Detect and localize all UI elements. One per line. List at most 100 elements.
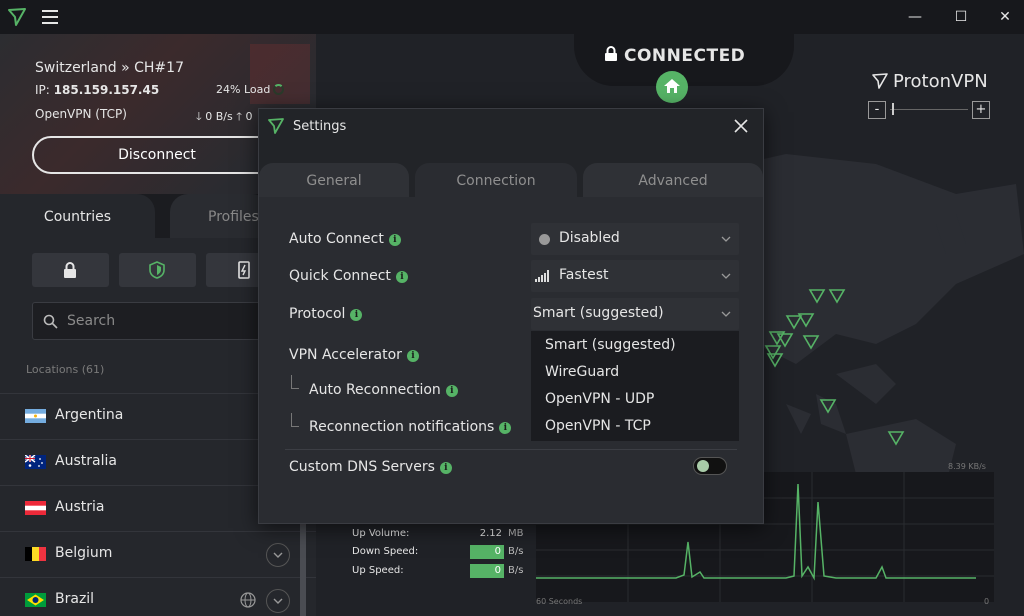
stat-unit: B/s <box>508 546 524 557</box>
quick-connect-dropdown[interactable]: Fastest <box>531 260 739 292</box>
globe-icon <box>240 592 256 608</box>
connection-status: CONNECTED <box>604 46 745 66</box>
hamburger-menu-icon[interactable] <box>42 10 58 24</box>
settings-header: Settings <box>259 109 763 145</box>
secure-core-filter-button[interactable] <box>32 253 109 287</box>
stat-value: 0 <box>470 545 504 559</box>
expand-chevron-button[interactable] <box>266 543 290 567</box>
graph-time-label: 60 Seconds <box>536 597 583 606</box>
stat-value: 0 <box>470 564 504 578</box>
info-icon[interactable]: i <box>439 462 452 474</box>
graph-max-rate: 8.39 KB/s <box>948 462 986 471</box>
auto-connect-dropdown[interactable]: Disabled <box>531 223 739 255</box>
auto-reconnection-label: Auto Reconnection i <box>309 382 458 398</box>
info-icon[interactable]: i <box>395 271 408 283</box>
load-ring-icon <box>273 84 285 95</box>
kill-switch-icon <box>238 261 250 279</box>
zoom-in-button[interactable]: + <box>972 101 990 119</box>
download-speed: 0 B/s <box>205 110 233 123</box>
protocol-value: Smart (suggested) <box>533 305 664 321</box>
ip-row: IP: 185.159.157.45 <box>35 83 159 97</box>
chevron-down-icon <box>721 273 731 279</box>
protocol-dropdown[interactable]: Smart (suggested) <box>531 298 739 330</box>
signal-bars-icon <box>535 270 549 282</box>
info-icon[interactable]: i <box>445 385 458 397</box>
protocol-text: Protocol <box>289 306 346 322</box>
settings-tabs: General Connection Advanced <box>259 145 763 197</box>
expand-chevron-button[interactable] <box>266 589 290 613</box>
disconnect-button[interactable]: Disconnect <box>32 136 282 174</box>
protocol-option-openvpn-udp[interactable]: OpenVPN - UDP <box>545 391 654 407</box>
stat-value: 2.12 <box>479 528 502 539</box>
stat-label: Up Volume: <box>352 528 410 539</box>
tab-connection[interactable]: Connection <box>415 163 577 197</box>
chevron-down-icon <box>273 598 283 604</box>
country-item-belgium[interactable]: Belgium <box>0 531 316 577</box>
tab-profiles[interactable]: Profiles <box>170 194 270 238</box>
lock-icon <box>605 46 617 61</box>
quick-connect-label: Quick Connect i <box>289 268 408 284</box>
search-box <box>32 302 272 340</box>
graph-zero-label: 0 <box>984 597 990 606</box>
country-name: Belgium <box>55 545 113 561</box>
reconnection-notifications-text: Reconnection notifications <box>309 419 495 435</box>
locations-header: Locations (61) <box>26 363 105 376</box>
proton-logo-icon <box>268 118 284 134</box>
toggle-knob <box>697 460 709 472</box>
close-window-button[interactable]: ✕ <box>996 8 1014 26</box>
search-icon <box>43 314 58 329</box>
protocol-label: Protocol i <box>289 306 363 322</box>
chevron-down-icon <box>273 552 283 558</box>
auto-connect-label: Auto Connect i <box>289 231 401 247</box>
country-name: Austria <box>55 499 105 515</box>
zoom-slider-track[interactable] <box>890 109 968 110</box>
minimize-button[interactable]: — <box>906 8 924 26</box>
argentina-flag-icon <box>25 409 46 423</box>
zoom-out-button[interactable]: - <box>868 101 886 119</box>
ip-address: 185.159.157.45 <box>53 83 160 97</box>
netshield-filter-button[interactable] <box>119 253 196 287</box>
stat-label: Down Speed: <box>352 546 419 557</box>
info-icon[interactable]: i <box>350 309 363 321</box>
tab-general[interactable]: General <box>259 163 409 197</box>
load-text: 24% Load <box>216 83 271 96</box>
country-name: Australia <box>55 453 117 469</box>
vpn-accelerator-label: VPN Accelerator i <box>289 347 419 363</box>
server-load: 24% Load <box>216 83 285 96</box>
title-bar: — ☐ ✕ <box>0 0 1024 34</box>
home-icon <box>664 79 680 93</box>
maximize-button[interactable]: ☐ <box>952 8 970 26</box>
protocol-options-list: Smart (suggested) WireGuard OpenVPN - UD… <box>531 331 739 441</box>
close-icon[interactable] <box>733 118 749 134</box>
info-icon[interactable]: i <box>499 422 512 434</box>
tab-advanced[interactable]: Advanced <box>583 163 763 197</box>
auto-connect-value: Disabled <box>559 230 620 246</box>
country-item-brazil[interactable]: Brazil <box>0 577 316 616</box>
chevron-down-icon <box>721 236 731 242</box>
disabled-dot-icon <box>539 234 550 245</box>
upload-speed: 0 <box>245 110 253 123</box>
tree-connector <box>291 413 299 427</box>
download-arrow-icon: 🡓 <box>196 110 202 123</box>
custom-dns-toggle[interactable] <box>693 457 727 475</box>
up-volume-stat: Up Volume: 2.12 MB <box>352 526 532 544</box>
home-button[interactable] <box>656 71 688 103</box>
shield-icon <box>149 261 165 279</box>
info-icon[interactable]: i <box>388 234 401 246</box>
tab-countries[interactable]: Countries <box>0 194 155 238</box>
protocol-option-wireguard[interactable]: WireGuard <box>545 364 619 380</box>
search-input[interactable] <box>67 303 267 339</box>
proton-logo-icon <box>872 73 888 89</box>
country-name: Argentina <box>55 407 124 423</box>
protocol-option-openvpn-tcp[interactable]: OpenVPN - TCP <box>545 418 651 434</box>
divider <box>285 449 737 450</box>
proton-logo-icon <box>8 8 26 26</box>
vpn-accelerator-text: VPN Accelerator <box>289 347 402 363</box>
connected-label: CONNECTED <box>624 46 746 66</box>
tree-connector <box>291 375 299 389</box>
protocol-option-smart[interactable]: Smart (suggested) <box>545 337 676 353</box>
brand-name: ProtonVPN <box>893 71 988 92</box>
info-icon[interactable]: i <box>406 350 419 362</box>
zoom-slider-handle[interactable] <box>892 103 894 115</box>
quick-connect-value: Fastest <box>559 267 609 283</box>
